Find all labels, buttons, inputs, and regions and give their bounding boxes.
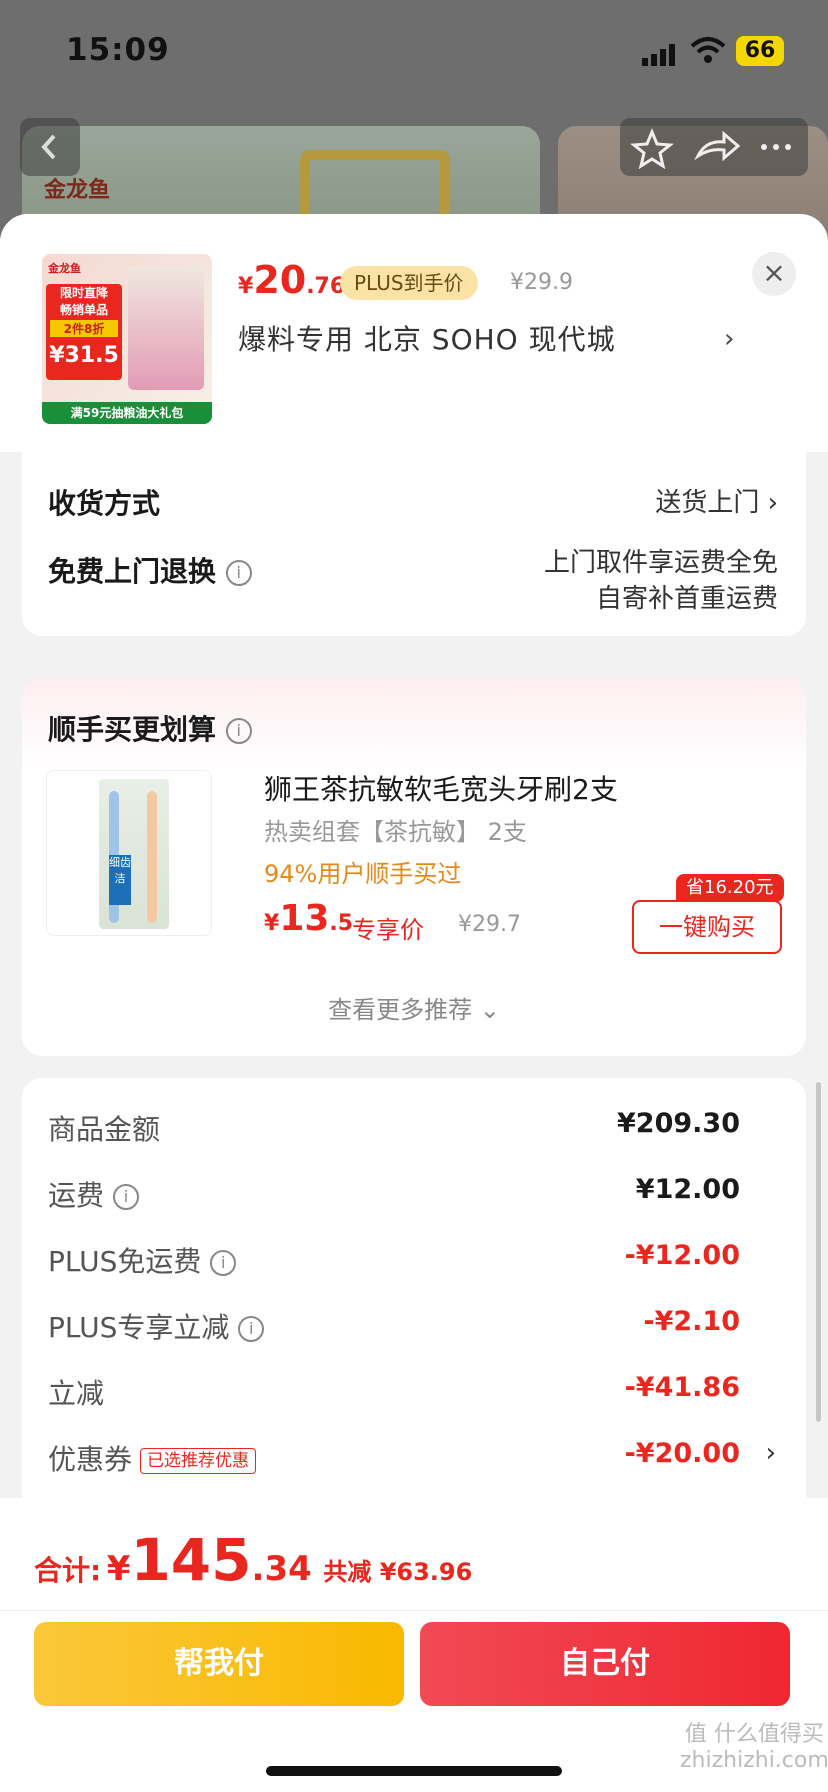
product-header: 金龙鱼 限时直降 畅销单品 2件8折 ¥31.5 满59元抽粮油大礼包 ¥20.…: [0, 214, 828, 452]
delivery-card: 收货方式 送货上门 › 免费上门退换 i 上门取件享运费全免 自寄补首重运费: [22, 452, 806, 636]
back-button[interactable]: [20, 118, 80, 176]
product-image-tag-2: 畅销单品: [59, 303, 108, 317]
product-image-banner: 满59元抽粮油大礼包: [42, 402, 212, 424]
product-price: ¥20.76: [238, 258, 345, 302]
chevron-right-icon[interactable]: ›: [766, 1438, 776, 1468]
summary-value: ¥209.30: [617, 1108, 740, 1139]
self-pay-button[interactable]: 自己付: [420, 1622, 790, 1706]
product-image-brand: 金龙鱼: [48, 262, 81, 275]
free-return-value-1: 上门取件享运费全免: [543, 548, 778, 578]
back-icon: [41, 134, 56, 160]
total-label: 合计:: [34, 1554, 102, 1587]
savings-badge: 省16.20元: [676, 874, 784, 902]
divider: [0, 1610, 828, 1611]
total-decimal: .34: [251, 1549, 312, 1589]
addon-product-name[interactable]: 狮王茶抗敏软毛宽头牙刷2支: [264, 768, 618, 808]
order-total: 合计: ¥145.34 共减 ¥63.96: [34, 1526, 472, 1594]
more-recommendations-link[interactable]: 查看更多推荐 ⌄: [22, 990, 806, 1025]
info-icon[interactable]: i: [225, 560, 252, 586]
addon-buy-percent: 94%用户顺手买过: [264, 860, 462, 888]
delivery-method-label: 收货方式: [48, 487, 161, 520]
summary-row-discount: 立减 -¥41.86: [22, 1372, 806, 1416]
status-time: 15:09: [66, 32, 170, 68]
total-currency: ¥: [106, 1549, 131, 1589]
summary-label-text: 运费: [48, 1179, 105, 1212]
info-icon[interactable]: i: [238, 1316, 265, 1342]
battery-indicator: 66: [736, 36, 784, 66]
free-return-value-2: 自寄补首重运费: [595, 584, 778, 614]
addon-exclusive-label: 专享价: [352, 916, 424, 944]
summary-label: PLUS免运费 i: [48, 1240, 237, 1280]
summary-value: ¥12.00: [635, 1174, 740, 1205]
coupon-chosen-badge: 已选推荐优惠: [140, 1448, 257, 1474]
summary-value: -¥2.10: [643, 1306, 740, 1337]
summary-label: 运费 i: [48, 1174, 139, 1214]
addon-title: 顺手买更划算 i: [48, 708, 252, 748]
status-bar: 15:09 66: [0, 0, 828, 104]
product-image-tag-1: 限时直降: [59, 286, 108, 300]
close-button[interactable]: ×: [752, 252, 796, 296]
free-return-label: 免费上门退换 i: [48, 550, 252, 590]
scrollbar[interactable]: [816, 1082, 821, 1422]
addon-title-text: 顺手买更划算: [48, 713, 217, 746]
addon-product-sub: 热卖组套【茶抗敏】 2支: [264, 818, 527, 846]
info-icon[interactable]: i: [210, 1250, 237, 1276]
star-icon: [630, 128, 791, 170]
product-image-tag-3: 2件8折: [50, 320, 118, 337]
product-image-price: ¥31.5: [49, 343, 119, 368]
product-image: 金龙鱼 限时直降 畅销单品 2件8折 ¥31.5 满59元抽粮油大礼包: [42, 254, 212, 424]
total-saved: 共减 ¥63.96: [323, 1558, 473, 1586]
addon-original-price: ¥29.7: [458, 912, 521, 937]
home-indicator: [266, 1766, 562, 1776]
price-decimal: .76: [306, 274, 346, 299]
header-actions: [620, 118, 808, 176]
price-summary-card: 商品金额 ¥209.30 运费 i ¥12.00 PLUS免运费 i -¥12.…: [22, 1078, 806, 1528]
summary-label: 立减: [48, 1377, 105, 1410]
summary-row-plus-free-shipping: PLUS免运费 i -¥12.00: [22, 1240, 806, 1284]
product-image-band: 细齿洁: [109, 855, 131, 905]
summary-label: 商品金额: [48, 1113, 161, 1146]
location-chevron-icon[interactable]: ›: [724, 324, 734, 354]
summary-label-text: PLUS免运费: [48, 1245, 202, 1278]
summary-value: -¥20.00: [624, 1438, 740, 1469]
price-currency: ¥: [238, 274, 254, 299]
wifi-icon: [690, 37, 726, 63]
product-image-tag: 限时直降 畅销单品 2件8折 ¥31.5: [46, 284, 122, 380]
help-pay-button[interactable]: 帮我付: [34, 1622, 404, 1706]
summary-label: 优惠券 已选推荐优惠: [48, 1438, 257, 1478]
signal-icon: [642, 44, 675, 66]
summary-label-text: 优惠券: [48, 1443, 133, 1476]
addon-price: ¥13.5: [264, 898, 353, 939]
checkout-sheet: 金龙鱼 限时直降 畅销单品 2件8折 ¥31.5 满59元抽粮油大礼包 ¥20.…: [0, 214, 828, 1792]
background-brand-logo: 金龙鱼: [44, 178, 111, 203]
summary-row-plus-discount: PLUS专享立减 i -¥2.10: [22, 1306, 806, 1350]
summary-value: -¥41.86: [624, 1372, 740, 1403]
addon-product-image[interactable]: 细齿洁: [46, 770, 212, 936]
info-icon[interactable]: i: [225, 718, 252, 744]
free-return-text: 免费上门退换: [48, 555, 217, 588]
addon-price-currency: ¥: [264, 911, 280, 936]
summary-row-shipping: 运费 i ¥12.00: [22, 1174, 806, 1218]
info-icon[interactable]: i: [112, 1184, 139, 1210]
delivery-location[interactable]: 爆料专用 北京 SOHO 现代城: [238, 318, 616, 358]
summary-label-text: PLUS专享立减: [48, 1311, 230, 1344]
addon-card: 顺手买更划算 i 细齿洁 狮王茶抗敏软毛宽头牙刷2支 热卖组套【茶抗敏】 2支 …: [22, 678, 806, 1056]
summary-value: -¥12.00: [624, 1240, 740, 1271]
summary-label: PLUS专享立减 i: [48, 1306, 265, 1346]
delivery-method-value[interactable]: 送货上门 ›: [655, 482, 778, 519]
addon-price-integer: 13: [279, 898, 330, 939]
addon-price-decimal: .5: [329, 911, 354, 936]
toothbrush-graphic: [147, 791, 157, 923]
price-integer: 20: [253, 258, 307, 302]
summary-row-coupon[interactable]: 优惠券 已选推荐优惠 -¥20.00 ›: [22, 1438, 806, 1482]
plus-price-badge: PLUS到手价: [340, 266, 478, 300]
rice-bag-graphic: [128, 266, 204, 390]
total-integer: 145: [130, 1526, 252, 1594]
original-price: ¥29.9: [510, 270, 573, 295]
summary-row-goods: 商品金额 ¥209.30: [22, 1108, 806, 1152]
one-click-buy-button[interactable]: 一键购买: [632, 900, 782, 954]
watermark: 值 什么值得买 zhizhizhi.com: [680, 1722, 828, 1773]
